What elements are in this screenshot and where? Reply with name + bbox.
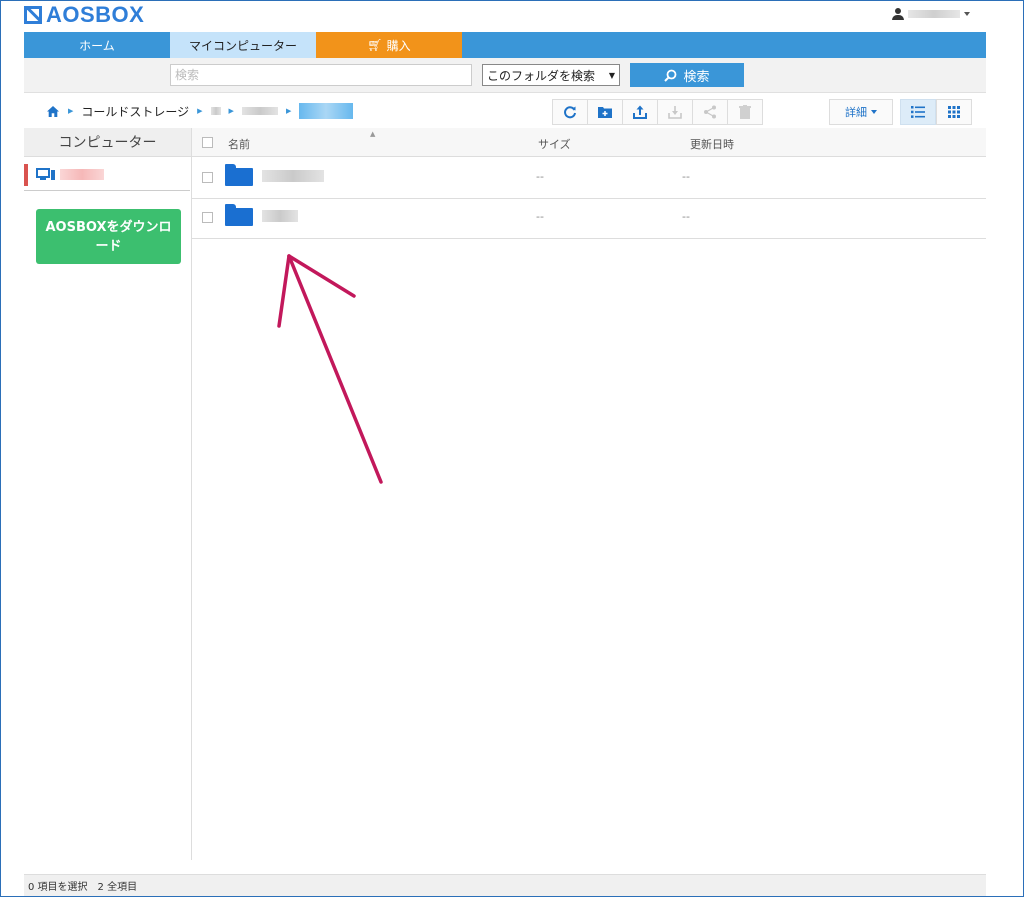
breadcrumb-item-cold-storage[interactable]: コールドストレージ xyxy=(81,103,189,120)
share-icon xyxy=(704,105,716,119)
file-toolbar xyxy=(552,99,763,125)
tab-my-computer-label: マイコンピューター xyxy=(188,38,297,53)
cart-icon: 🛒︎ xyxy=(367,38,383,52)
new-folder-icon xyxy=(598,107,612,118)
list-view-button[interactable] xyxy=(900,99,936,125)
search-button-label: 検索 xyxy=(683,69,710,85)
file-modified: -- xyxy=(682,170,690,183)
table-row[interactable]: -- -- xyxy=(192,158,986,199)
download-aosbox-label: AOSBOXをダウンロード xyxy=(45,219,172,254)
sidebar-item-computer[interactable] xyxy=(24,160,190,191)
file-size: -- xyxy=(536,170,544,183)
folder-icon xyxy=(225,204,253,226)
list-view-icon xyxy=(911,106,925,118)
search-input[interactable] xyxy=(170,64,472,86)
folder-icon xyxy=(225,164,253,186)
refresh-icon xyxy=(564,106,576,119)
search-scope-label: このフォルダを検索 xyxy=(487,68,596,83)
trash-icon xyxy=(739,105,751,119)
tab-home[interactable]: ホーム xyxy=(24,32,170,58)
status-total-count: 2 全項目 xyxy=(97,882,138,893)
breadcrumb-item-redacted[interactable] xyxy=(241,107,278,115)
share-button[interactable] xyxy=(692,99,728,125)
column-size[interactable]: サイズ xyxy=(538,136,571,152)
main-nav: ホーム マイコンピューター 🛒︎ 購入 xyxy=(24,32,986,58)
sidebar-header: コンピューター xyxy=(24,128,191,157)
breadcrumb-separator-icon: ▶ xyxy=(228,107,234,115)
status-selected-count: 0 項目を選択 xyxy=(28,882,88,893)
search-scope-select[interactable]: このフォルダを検索 ▼ xyxy=(482,64,620,86)
breadcrumb-current-redacted[interactable] xyxy=(299,103,354,119)
brand-name: AOSBOX xyxy=(46,2,145,27)
search-button[interactable]: 検索 xyxy=(630,63,744,87)
column-name[interactable]: 名前 xyxy=(228,136,250,152)
search-icon xyxy=(664,69,677,82)
download-button[interactable] xyxy=(657,99,693,125)
grid-view-button[interactable] xyxy=(936,99,972,125)
annotation-arrow-icon xyxy=(277,254,383,484)
breadcrumb-separator-icon: ▶ xyxy=(197,107,203,115)
upload-icon xyxy=(633,105,647,119)
row-checkbox[interactable] xyxy=(202,212,213,223)
grid-view-icon xyxy=(948,106,960,118)
tab-my-computer[interactable]: マイコンピューター xyxy=(170,32,316,58)
tab-buy[interactable]: 🛒︎ 購入 xyxy=(316,32,462,58)
caret-down-icon xyxy=(871,110,877,114)
file-name-redacted[interactable] xyxy=(262,170,324,182)
file-name-redacted[interactable] xyxy=(262,210,298,222)
aosbox-logo[interactable]: AOSBOX xyxy=(24,2,145,27)
detail-label: 詳細 xyxy=(845,106,867,119)
row-checkbox[interactable] xyxy=(202,172,213,183)
refresh-button[interactable] xyxy=(552,99,588,125)
home-icon[interactable] xyxy=(46,105,60,118)
tab-buy-label: 購入 xyxy=(386,38,411,53)
user-menu[interactable] xyxy=(892,8,970,20)
sort-ascending-icon: ▲ xyxy=(370,130,376,138)
computer-name-redacted xyxy=(60,169,104,180)
delete-button[interactable] xyxy=(727,99,763,125)
file-size: -- xyxy=(536,210,544,223)
download-aosbox-button[interactable]: AOSBOXをダウンロード xyxy=(36,209,181,264)
new-folder-button[interactable] xyxy=(587,99,623,125)
breadcrumb-separator-icon: ▶ xyxy=(68,107,74,115)
computer-icon xyxy=(36,168,55,180)
breadcrumb-item-redacted[interactable] xyxy=(210,107,221,115)
file-table-header: ▲ 名前 サイズ 更新日時 xyxy=(192,128,986,157)
status-bar: 0 項目を選択 2 全項目 xyxy=(24,874,986,896)
detail-dropdown-button[interactable]: 詳細 xyxy=(829,99,893,125)
sidebar-header-label: コンピューター xyxy=(58,135,157,151)
user-name-redacted xyxy=(908,10,960,18)
table-row[interactable]: -- -- xyxy=(192,198,986,239)
search-bar: このフォルダを検索 ▼ 検索 xyxy=(24,58,986,93)
logo-mark-icon xyxy=(24,6,42,24)
upload-button[interactable] xyxy=(622,99,658,125)
selected-indicator xyxy=(24,164,28,186)
file-modified: -- xyxy=(682,210,690,223)
user-icon xyxy=(892,8,904,20)
caret-down-icon: ▼ xyxy=(608,70,615,80)
breadcrumb: ▶ コールドストレージ ▶ ▶ ▶ xyxy=(46,100,354,122)
breadcrumb-separator-icon: ▶ xyxy=(285,107,292,115)
tab-home-label: ホーム xyxy=(79,38,115,53)
select-all-checkbox[interactable] xyxy=(202,137,213,148)
download-icon xyxy=(668,106,682,119)
caret-down-icon xyxy=(964,12,970,16)
column-modified[interactable]: 更新日時 xyxy=(690,136,734,152)
